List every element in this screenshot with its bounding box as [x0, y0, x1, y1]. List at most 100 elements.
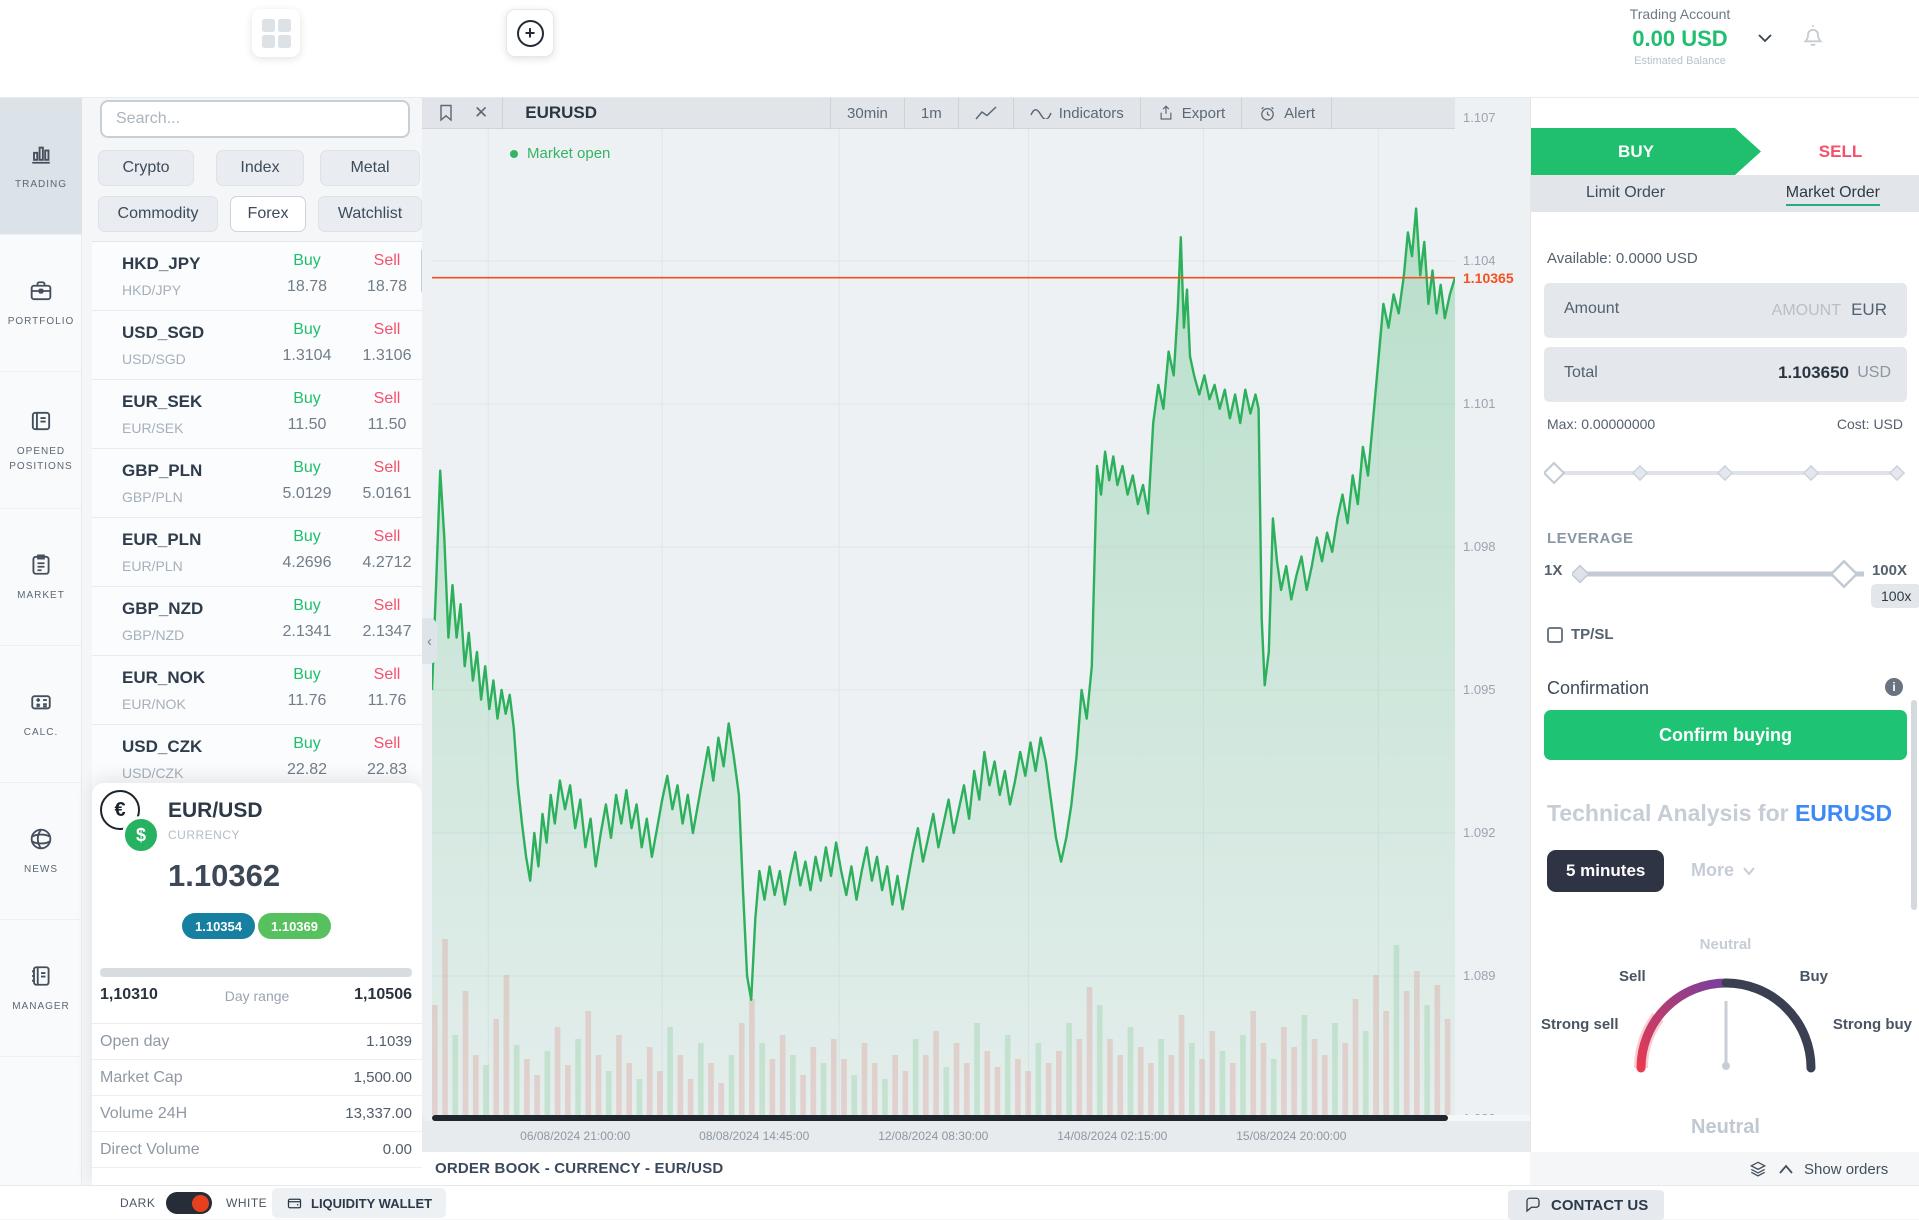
sell-button[interactable]: Sell — [354, 597, 420, 615]
order-panel-scrollbar[interactable] — [1911, 700, 1917, 910]
amount-field[interactable]: Amount EUR — [1544, 283, 1907, 338]
sell-button[interactable]: Sell — [354, 735, 420, 753]
amount-input[interactable] — [1671, 283, 1841, 338]
sell-button[interactable]: Sell — [354, 321, 420, 339]
buy-button[interactable]: Buy — [267, 666, 347, 684]
add-widget-button[interactable]: + — [506, 9, 554, 57]
day-range-high: 1,10506 — [354, 986, 412, 1004]
filter-chip-metal[interactable]: Metal — [320, 150, 420, 186]
instrument-detail-card: € $ EUR/USD CURRENCY 1.10362 1.10354 1.1… — [92, 783, 422, 1185]
y-axis-tick: 1.101 — [1463, 396, 1496, 411]
sidebar-item-opened-positions[interactable]: OPENED POSITIONS — [0, 372, 82, 509]
close-chart-icon[interactable]: ✕ — [466, 98, 502, 129]
y-axis-tick: 1.098 — [1463, 539, 1496, 554]
notifications-bell-icon[interactable] — [1798, 20, 1828, 50]
price-chart[interactable]: Market open — [422, 129, 1455, 1115]
filter-chip-commodity[interactable]: Commodity — [98, 196, 218, 232]
sell-button[interactable]: Sell — [354, 390, 420, 408]
buy-button[interactable]: Buy — [267, 597, 347, 615]
tpsl-checkbox[interactable]: TP/SL — [1547, 626, 1614, 643]
layout-grid-button[interactable] — [252, 9, 300, 57]
buy-button[interactable]: Buy — [267, 252, 347, 270]
gauge-label-neutral-top: Neutral — [1531, 936, 1919, 953]
total-field: Total 1.103650 USD — [1544, 347, 1907, 402]
more-timeframes-button[interactable]: More — [1691, 860, 1756, 881]
stat-row: Direct Volume0.00 — [92, 1132, 422, 1168]
available-balance: Available: 0.0000 USD — [1547, 250, 1698, 267]
portfolio-briefcase-icon — [27, 277, 55, 305]
account-chevron-down-icon[interactable] — [1755, 28, 1775, 48]
x-axis-tick: 15/08/2024 20:00:00 — [1236, 1129, 1346, 1143]
tab-buy[interactable]: BUY — [1531, 128, 1761, 175]
x-axis-tick: 06/08/2024 21:00:00 — [520, 1129, 630, 1143]
sidebar-item-calc[interactable]: CALC. — [0, 646, 82, 783]
show-orders-button[interactable]: Show orders — [1748, 1159, 1888, 1179]
amount-slider[interactable] — [1544, 453, 1907, 493]
instrument-row-gbpnzd[interactable]: GBP_NZDGBP/NZD Buy2.1341 Sell2.1347 — [92, 587, 422, 656]
collapse-panel-handle[interactable]: ‹ — [422, 618, 437, 664]
chart-type-line-icon[interactable] — [959, 98, 1013, 129]
trading-chart-icon — [27, 140, 55, 168]
buy-button[interactable]: Buy — [267, 735, 347, 753]
total-value: 1.103650 — [1778, 363, 1849, 383]
filter-chip-crypto[interactable]: Crypto — [98, 150, 194, 186]
technical-analysis-symbol: EURUSD — [1795, 800, 1892, 826]
instrument-row-eursek[interactable]: EUR_SEKEUR/SEK Buy11.50 Sell11.50 — [92, 380, 422, 449]
filter-chip-watchlist[interactable]: Watchlist — [318, 196, 422, 232]
sidebar-item-portfolio[interactable]: PORTFOLIO — [0, 235, 82, 372]
filter-chip-index[interactable]: Index — [216, 150, 304, 186]
instrument-row-eurnok[interactable]: EUR_NOKEUR/NOK Buy11.76 Sell11.76 — [92, 656, 422, 725]
contact-us-button[interactable]: CONTACT US — [1508, 1190, 1664, 1220]
y-axis-tick: 1.107 — [1463, 110, 1496, 125]
total-currency: USD — [1857, 364, 1891, 382]
liquidity-wallet-button[interactable]: LIQUIDITY WALLET — [272, 1188, 446, 1218]
indicators-button[interactable]: Indicators — [1014, 98, 1140, 129]
y-axis-tick: 1.089 — [1463, 968, 1496, 983]
alert-button[interactable]: Alert — [1242, 98, 1331, 129]
confirm-buying-button[interactable]: Confirm buying — [1544, 710, 1907, 760]
market-order-link[interactable]: Market Order — [1786, 184, 1880, 206]
account-label: Trading Account — [1560, 6, 1800, 22]
bookmark-icon[interactable] — [422, 98, 466, 129]
instrument-row-hkdjpy[interactable]: HKD_JPYHKD/JPY Buy18.78 Sell18.78 — [92, 242, 422, 311]
order-book-header[interactable]: ORDER BOOK - CURRENCY - EUR/USD — [422, 1152, 1530, 1185]
filter-chip-forex[interactable]: Forex — [230, 196, 306, 232]
instrument-row-eurpln[interactable]: EUR_PLNEUR/PLN Buy4.2696 Sell4.2712 — [92, 518, 422, 587]
gauge-label-sell: Sell — [1619, 968, 1646, 985]
sell-button[interactable]: Sell — [354, 252, 420, 270]
timeframe-1m-button[interactable]: 1m — [905, 98, 958, 129]
opened-positions-book-icon — [27, 407, 55, 435]
tab-sell[interactable]: SELL — [1761, 128, 1919, 175]
sell-button[interactable]: Sell — [354, 459, 420, 477]
timeframe-30min-button[interactable]: 30min — [831, 98, 904, 129]
buy-button[interactable]: Buy — [267, 390, 347, 408]
y-axis-tick: 1.086 — [1463, 1111, 1496, 1115]
gauge-label-strong-buy: Strong buy — [1833, 1016, 1912, 1033]
info-icon[interactable]: i — [1885, 678, 1903, 696]
search-input[interactable] — [102, 102, 408, 136]
buy-button[interactable]: Buy — [267, 459, 347, 477]
chevron-up-icon — [1778, 1164, 1794, 1175]
sidebar-item-manager[interactable]: MANAGER — [0, 920, 82, 1057]
plus-icon: + — [517, 20, 544, 47]
instrument-row-gbppln[interactable]: GBP_PLNGBP/PLN Buy5.0129 Sell5.0161 — [92, 449, 422, 518]
export-button[interactable]: Export — [1141, 98, 1241, 129]
instrument-row-usdsgd[interactable]: USD_SGDUSD/SGD Buy1.3104 Sell1.3106 — [92, 311, 422, 380]
sell-button[interactable]: Sell — [354, 528, 420, 546]
sidebar-item-news[interactable]: NEWS — [0, 783, 82, 920]
buy-button[interactable]: Buy — [267, 528, 347, 546]
timeframe-5min-button[interactable]: 5 minutes — [1547, 850, 1664, 892]
buy-button[interactable]: Buy — [267, 321, 347, 339]
leverage-slider[interactable] — [1572, 556, 1872, 592]
theme-toggle[interactable] — [166, 1192, 212, 1214]
grid-icon — [262, 19, 291, 48]
export-icon — [1157, 104, 1175, 122]
sidebar-item-market[interactable]: MARKET — [0, 509, 82, 646]
sell-button[interactable]: Sell — [354, 666, 420, 684]
x-axis-tick: 08/08/2024 14:45:00 — [699, 1129, 809, 1143]
sidebar-item-trading[interactable]: TRADING — [0, 98, 82, 235]
limit-order-link[interactable]: Limit Order — [1586, 184, 1665, 202]
white-theme-label: WHITE — [226, 1196, 267, 1210]
chevron-down-icon — [1742, 866, 1756, 876]
market-status: Market open — [510, 145, 610, 162]
